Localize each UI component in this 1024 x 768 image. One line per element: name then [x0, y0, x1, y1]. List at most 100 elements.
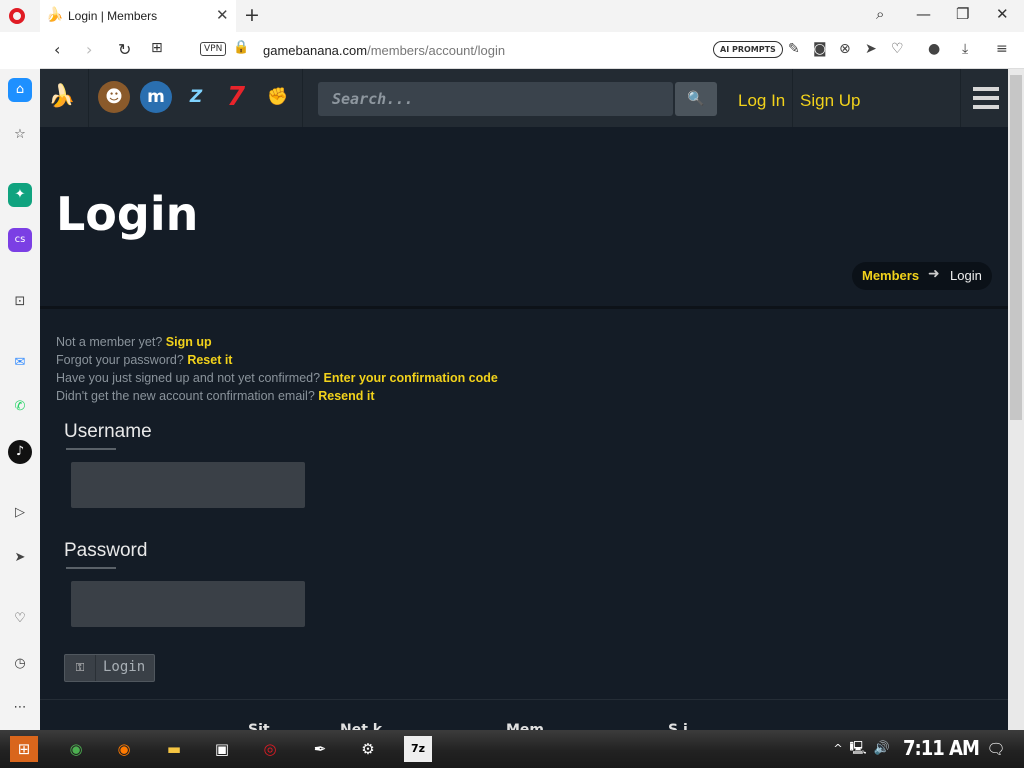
search-input[interactable] [318, 82, 673, 116]
zandronum-game-icon[interactable]: Z [180, 81, 212, 113]
image-viewer-icon[interactable]: ▣ [208, 736, 236, 762]
url-path: /members/account/login [367, 43, 506, 58]
player-icon[interactable]: ▷ [8, 501, 32, 525]
tab-grid-icon[interactable]: ⊞ [151, 40, 163, 56]
resend-email-link[interactable]: Resend it [318, 389, 374, 403]
opera-logo-icon[interactable] [9, 8, 25, 24]
7zip-icon[interactable]: 7z [404, 736, 432, 762]
inkscape-icon[interactable]: ✒ [306, 736, 334, 762]
send-icon[interactable]: ➤ [865, 41, 877, 57]
banana-logo-icon[interactable]: 🍌 [46, 81, 78, 113]
windows-taskbar: ⊞ ◉ ◉ ▬ ▣ ◎ ✒ ⚙ 7z ^ 🖳 🔊 7:11 AM 🗨 [0, 730, 1024, 768]
download-icon[interactable]: ⤓ [962, 41, 968, 57]
footer-heading: S i [668, 722, 688, 730]
back-icon[interactable]: ‹ [54, 40, 60, 59]
reset-password-link[interactable]: Reset it [187, 353, 232, 367]
info-line: Not a member yet? Sign up [56, 335, 212, 349]
divider [88, 69, 89, 127]
edit-icon[interactable]: ✎ [788, 41, 800, 57]
browser-tab[interactable]: 🍌 Login | Members ✕ [40, 0, 236, 32]
opera-taskbar-icon[interactable]: ◎ [256, 736, 284, 762]
label-underline [66, 567, 116, 569]
shopping-icon[interactable]: ⊡ [8, 290, 32, 314]
url-host: gamebanana.com [263, 43, 368, 58]
banana-favicon-icon: 🍌 [46, 7, 64, 23]
gamebanana-page: 🍌 ☻ m Z 7 ✊ 🔍 Log In Sign Up Login Membe… [40, 69, 1008, 730]
login-button[interactable]: ⚿ Login [64, 654, 155, 682]
new-tab-icon[interactable]: + [244, 4, 260, 26]
chatgpt-icon[interactable]: ✦ [8, 183, 32, 207]
more-icon[interactable]: ⋯ [8, 696, 32, 720]
info-text: Have you just signed up and not yet conf… [56, 371, 324, 385]
key-icon: ⚿ [65, 655, 96, 681]
section-divider [40, 306, 1008, 309]
login-button-label: Login [103, 659, 146, 675]
history-icon[interactable]: ◷ [8, 652, 32, 676]
heart-icon[interactable]: ♡ [891, 41, 904, 57]
lock-icon[interactable]: 🔒 [233, 40, 249, 55]
info-text: Didn't get the new account confirmation … [56, 389, 319, 403]
forward-icon[interactable]: › [86, 40, 92, 59]
reload-icon[interactable]: ↻ [118, 40, 131, 59]
firefox-icon[interactable]: ◉ [110, 736, 138, 762]
minimize-icon[interactable]: — [916, 5, 931, 23]
tab-close-icon[interactable]: ✕ [216, 6, 229, 24]
login-link[interactable]: Log In [738, 91, 785, 111]
password-input[interactable] [71, 581, 305, 627]
vpn-badge[interactable]: VPN [200, 42, 227, 56]
info-line: Didn't get the new account confirmation … [56, 389, 375, 403]
site-top-nav: 🍌 ☻ m Z 7 ✊ 🔍 Log In Sign Up [40, 69, 1008, 127]
tab-search-icon[interactable]: ⌕ [876, 5, 884, 23]
camera-icon[interactable]: ◙ [813, 41, 827, 57]
breadcrumb: Members ➜ Login [852, 262, 992, 290]
search-button[interactable]: 🔍 [675, 82, 717, 116]
footer-columns: Sit Net k Mem S i [40, 699, 1008, 730]
divider [792, 69, 793, 127]
star-icon[interactable]: ☆ [8, 123, 32, 147]
info-text: Forgot your password? [56, 353, 188, 367]
page-title: Login [56, 187, 199, 241]
chrome-icon[interactable]: ◉ [62, 736, 90, 762]
taskbar-clock[interactable]: 7:11 AM [903, 736, 980, 760]
breadcrumb-current: Login [950, 268, 982, 283]
breadcrumb-members-link[interactable]: Members [862, 268, 919, 283]
file-explorer-icon[interactable]: ▬ [160, 736, 188, 762]
messenger-icon[interactable]: ✉ [8, 351, 32, 375]
menu-icon[interactable]: ≡ [996, 41, 1008, 57]
restore-icon[interactable]: ❐ [956, 5, 969, 23]
scrollbar-thumb[interactable] [1010, 75, 1022, 420]
fighter-game-icon[interactable]: ✊ [262, 81, 294, 113]
start-menu-icon[interactable]: ⊞ [10, 736, 38, 762]
profile-icon[interactable]: ● [928, 41, 940, 57]
browser-tab-bar: 🍌 Login | Members ✕ + ⌕ — ❐ ✕ [0, 0, 1024, 32]
divider [302, 69, 303, 127]
volume-icon[interactable]: 🔊 [868, 736, 896, 762]
ai-prompts-button[interactable]: AI PROMPTS [713, 41, 783, 58]
doom-game-icon[interactable]: ☻ [98, 81, 130, 113]
footer-heading: Mem [506, 722, 545, 730]
block-icon[interactable]: ⊗ [839, 41, 851, 57]
window-close-icon[interactable]: ✕ [996, 5, 1009, 23]
tiktok-icon[interactable]: ♪ [8, 440, 32, 464]
game-seven-icon[interactable]: 7 [220, 81, 252, 113]
mugen-game-icon[interactable]: m [140, 81, 172, 113]
whatsapp-icon[interactable]: ✆ [8, 395, 32, 419]
signup-link-inline[interactable]: Sign up [166, 335, 212, 349]
hamburger-menu-icon[interactable] [960, 69, 1008, 127]
notifications-icon[interactable]: 🗨 [982, 736, 1010, 762]
confirmation-code-link[interactable]: Enter your confirmation code [324, 371, 498, 385]
signup-link[interactable]: Sign Up [800, 91, 860, 111]
home-icon[interactable]: ⌂ [8, 78, 32, 102]
search-box [318, 82, 673, 116]
url-field[interactable]: gamebanana.com/members/account/login [263, 43, 505, 58]
username-label: Username [64, 421, 152, 442]
arrow-right-icon: ➜ [928, 266, 940, 282]
heart-icon[interactable]: ♡ [8, 607, 32, 631]
footer-heading: Sit [248, 722, 270, 730]
settings-gear-icon[interactable]: ⚙ [354, 736, 382, 762]
send-icon[interactable]: ➤ [8, 546, 32, 570]
cs-app-icon[interactable]: cs [8, 228, 32, 252]
info-line: Forgot your password? Reset it [56, 353, 232, 367]
info-text: Not a member yet? [56, 335, 166, 349]
username-input[interactable] [71, 462, 305, 508]
